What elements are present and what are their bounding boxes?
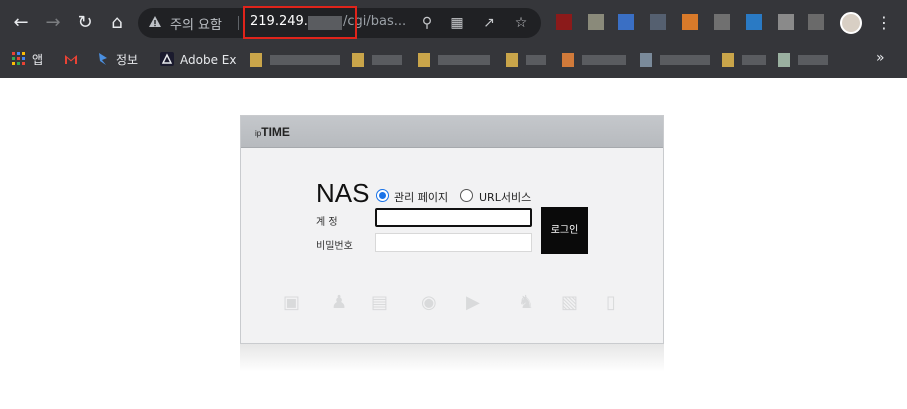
phone-icon: ▯: [606, 292, 616, 313]
video-icon: ▶: [466, 292, 480, 313]
back-arrow-icon[interactable]: ←: [8, 10, 34, 36]
extension-icon[interactable]: [682, 14, 698, 30]
admin-page-radio-label[interactable]: 관리 페이지: [394, 189, 448, 205]
bookmark-label: 앱: [32, 53, 44, 67]
profile-avatar[interactable]: [840, 12, 862, 34]
share-icon[interactable]: ↗: [480, 14, 498, 32]
redacted-bookmark-icon[interactable]: [640, 53, 652, 67]
bookmark-apps[interactable]: 앱: [12, 51, 43, 69]
panel-reflection: [240, 344, 664, 372]
extension-icon[interactable]: [588, 14, 604, 30]
bookmark-site-icon: [99, 53, 107, 65]
camera-icon: ◉: [421, 292, 437, 313]
redacted-bookmark-icon[interactable]: [722, 53, 734, 67]
translate-icon[interactable]: ▦: [448, 14, 466, 32]
login-button[interactable]: 로그인: [541, 207, 588, 254]
feature-icons-row: ▣ ♟ ▤ ◉ ▶ ♞ ▧ ▯: [281, 292, 631, 313]
extension-icon[interactable]: [808, 14, 824, 30]
kebab-menu-icon[interactable]: ⋮: [876, 10, 892, 36]
adobe-icon: [160, 52, 174, 66]
browser-chrome: ← → ↻ ⌂ 주의 요함 219.249. /cgi/bas... ⚲ ▦ ↗…: [0, 0, 907, 78]
admin-page-radio[interactable]: [376, 189, 389, 202]
url-service-radio-label[interactable]: URL서비스: [479, 189, 531, 205]
iptime-logo: ipTIME: [255, 125, 290, 139]
home-icon[interactable]: ⌂: [104, 10, 130, 36]
star-icon[interactable]: ☆: [512, 14, 530, 32]
redacted-bookmark[interactable]: [742, 55, 766, 65]
security-warning-label: 주의 요함: [170, 18, 222, 33]
warning-icon[interactable]: [148, 15, 162, 29]
bookmark-label: Adobe Ex: [180, 53, 237, 67]
redacted-bookmark[interactable]: [270, 55, 340, 65]
extension-icon[interactable]: [778, 14, 794, 30]
account-input[interactable]: [375, 208, 532, 227]
redacted-bookmark-icon[interactable]: [352, 53, 364, 67]
extension-icon[interactable]: [714, 14, 730, 30]
extension-icon[interactable]: [650, 14, 666, 30]
gmail-icon: [65, 55, 77, 64]
laptop-icon: ▤: [371, 292, 389, 313]
nas-login-panel: ipTIME NAS 관리 페이지 URL서비스 계 정 비밀번호 로그인 ▣ …: [240, 115, 664, 344]
redacted-bookmark[interactable]: [438, 55, 490, 65]
key-icon[interactable]: ⚲: [418, 14, 436, 32]
redacted-bookmark-icon[interactable]: [506, 53, 518, 67]
password-input[interactable]: [375, 233, 532, 252]
account-label: 계 정: [316, 217, 338, 228]
bookmark-label: 정보: [116, 53, 139, 67]
film-icon: ▧: [561, 292, 579, 313]
bookmark-adobe[interactable]: Adobe Ex: [160, 51, 236, 69]
folder-icon: ▣: [283, 292, 301, 313]
people-icon: ♞: [518, 292, 535, 313]
panel-header: ipTIME: [241, 116, 663, 148]
browser-toolbar: ← → ↻ ⌂ 주의 요함 219.249. /cgi/bas... ⚲ ▦ ↗…: [0, 0, 907, 45]
page-title: NAS: [316, 178, 370, 208]
extension-icon[interactable]: [618, 14, 634, 30]
redacted-bookmark-icon[interactable]: [418, 53, 430, 67]
bookmark-info[interactable]: 정보: [96, 51, 138, 69]
omnibox-divider: [238, 16, 239, 30]
redacted-bookmark[interactable]: [526, 55, 546, 65]
password-label: 비밀번호: [316, 241, 353, 252]
redacted-bookmark[interactable]: [798, 55, 828, 65]
more-bookmarks-icon[interactable]: »: [876, 50, 885, 66]
forward-arrow-icon[interactable]: →: [40, 10, 66, 36]
redacted-bookmark-icon[interactable]: [778, 53, 790, 67]
user-icon: ♟: [331, 292, 348, 313]
bookmarks-bar: 앱 정보 Adobe Ex »: [0, 45, 907, 75]
redacted-bookmark[interactable]: [582, 55, 626, 65]
url-service-radio[interactable]: [460, 189, 473, 202]
redacted-bookmark-icon[interactable]: [250, 53, 262, 67]
reload-icon[interactable]: ↻: [72, 10, 98, 36]
redacted-bookmark-icon[interactable]: [562, 53, 574, 67]
extension-icon[interactable]: [556, 14, 572, 30]
redacted-bookmark[interactable]: [660, 55, 710, 65]
extension-icon[interactable]: [746, 14, 762, 30]
apps-grid-icon: [12, 52, 25, 65]
url-highlight-box: [243, 6, 357, 39]
redacted-bookmark[interactable]: [372, 55, 402, 65]
bookmark-gmail[interactable]: [64, 51, 84, 69]
